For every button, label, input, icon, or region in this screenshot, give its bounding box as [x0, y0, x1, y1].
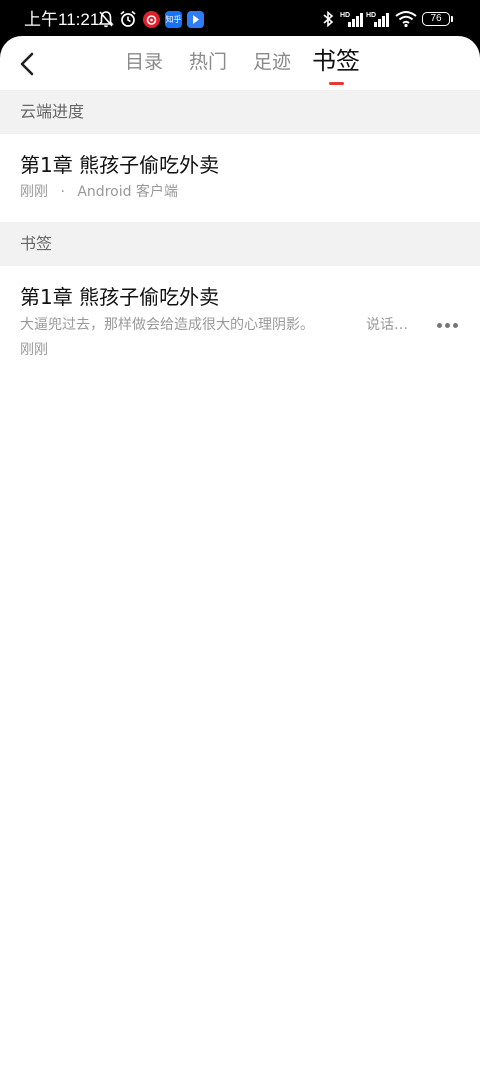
more-options-icon[interactable]: [432, 315, 464, 335]
app-screen: 目录 热门 足迹 书签 云端进度 第1章 熊孩子偷吃外卖 刚刚 · Androi…: [0, 36, 480, 1067]
back-arrow-icon[interactable]: [12, 48, 44, 80]
bookmark-excerpt: 大逼兜过去，那样做会给造成很大的心理阴影。: [20, 317, 314, 333]
tab-catalog[interactable]: 目录: [125, 48, 163, 76]
bookmark-time: 刚刚: [20, 342, 48, 358]
battery-indicator: 76: [422, 12, 450, 26]
cloud-progress-header: 云端进度: [0, 90, 480, 134]
notification-muted-icon: [98, 11, 114, 28]
svg-text:HD: HD: [366, 12, 376, 19]
tab-bookmarks[interactable]: 书签: [312, 45, 360, 77]
zhihu-app-icon: 知乎: [165, 11, 182, 28]
tab-popular[interactable]: 热门: [189, 48, 227, 76]
bookmarks-title: 书签: [20, 234, 53, 253]
bluetooth-icon: [323, 10, 334, 28]
nav-bar: 目录 热门 足迹 书签: [0, 36, 480, 90]
active-tab-indicator: [329, 82, 344, 85]
signal-hd-2-icon: HD: [366, 12, 389, 27]
cloud-progress-title: 云端进度: [20, 102, 85, 121]
cloud-progress-time: 刚刚: [20, 184, 48, 200]
cloud-progress-device: Android 客户端: [77, 184, 178, 200]
tab-history[interactable]: 足迹: [253, 48, 291, 76]
status-time: 上午11:21: [24, 10, 100, 29]
bookmark-chapter: 第1章 熊孩子偷吃外卖: [20, 285, 220, 309]
svg-text:HD: HD: [340, 12, 350, 19]
signal-hd-icon: HD: [340, 12, 363, 27]
cloud-progress-meta: 刚刚 · Android 客户端: [20, 182, 178, 202]
meta-separator: ·: [60, 184, 65, 200]
status-bar: 上午11:21 知乎 HD HD 76: [0, 0, 480, 38]
battery-tip: [451, 16, 453, 22]
bookmarks-header: 书签: [0, 222, 480, 266]
bilibili-icon: [187, 11, 204, 28]
wifi-icon: [395, 11, 417, 28]
alarm-icon: [120, 10, 136, 27]
cloud-progress-chapter: 第1章 熊孩子偷吃外卖: [20, 153, 220, 177]
bookmark-comment: 说话…: [366, 317, 408, 333]
netease-music-icon: [143, 11, 160, 28]
